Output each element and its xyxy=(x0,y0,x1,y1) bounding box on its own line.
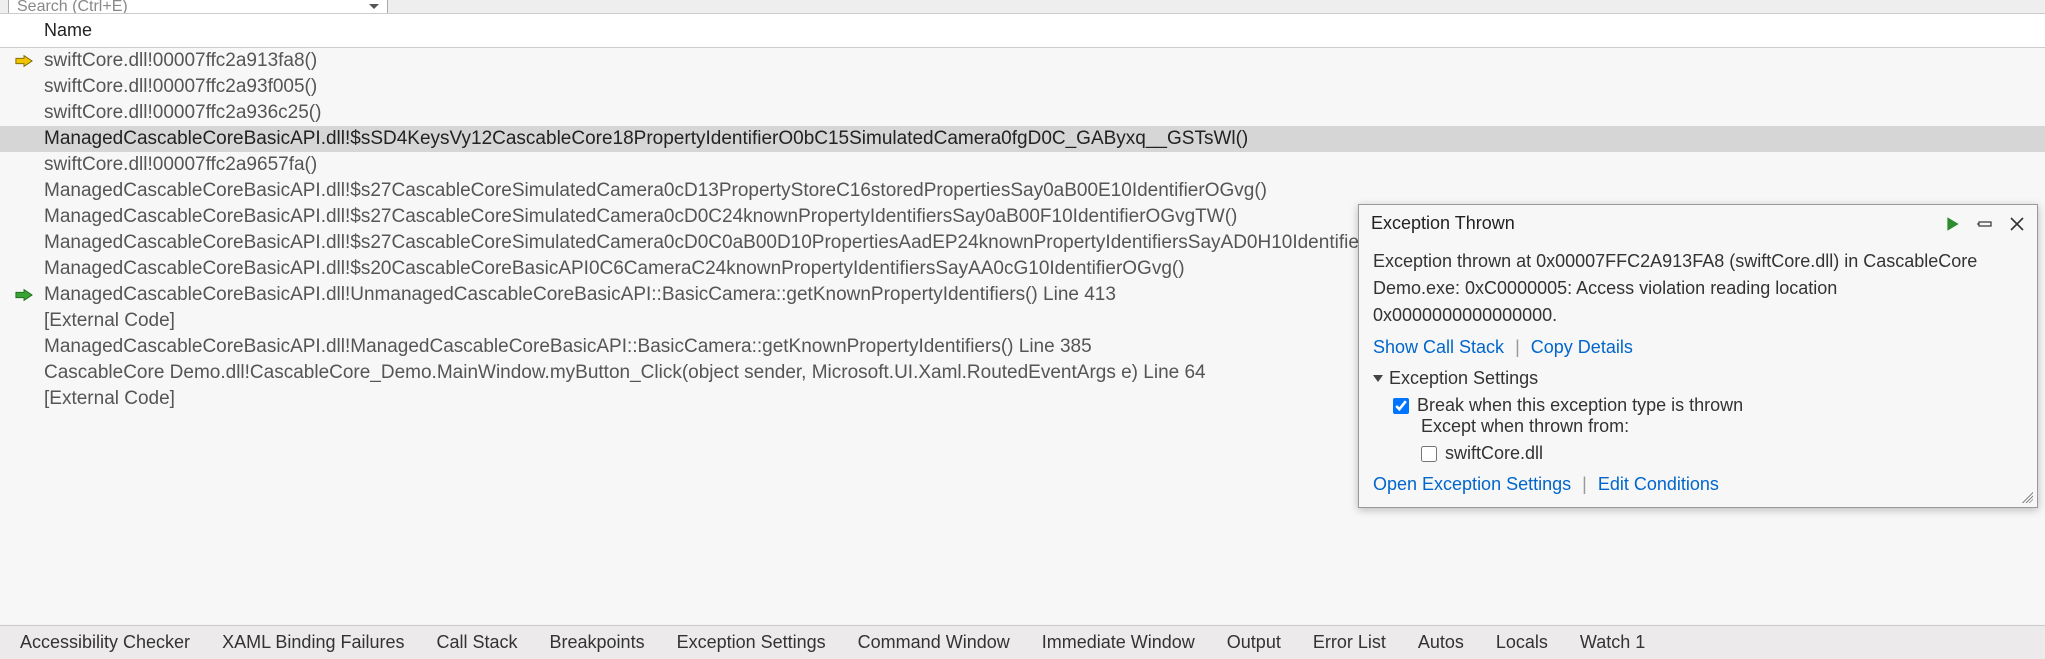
resize-grip[interactable] xyxy=(2019,489,2033,503)
show-callstack-link[interactable]: Show Call Stack xyxy=(1373,337,1504,357)
frame-text: swiftCore.dll!00007ffc2a93f005() xyxy=(44,76,317,98)
copy-details-link[interactable]: Copy Details xyxy=(1531,337,1633,357)
exception-popup: Exception Thrown Exception thrown at 0x0… xyxy=(1358,204,2038,508)
module-checkbox[interactable] xyxy=(1421,446,1437,462)
popup-titlebar: Exception Thrown xyxy=(1359,205,2037,242)
stack-frame[interactable]: swiftCore.dll!00007ffc2a936c25() xyxy=(0,100,2045,126)
popup-message: Exception thrown at 0x00007FFC2A913FA8 (… xyxy=(1359,242,2037,333)
frame-text: swiftCore.dll!00007ffc2a9657fa() xyxy=(44,154,317,176)
tab-accessibility-checker[interactable]: Accessibility Checker xyxy=(4,628,206,657)
break-label: Break when this exception type is thrown xyxy=(1417,395,1743,416)
tab-exception-settings[interactable]: Exception Settings xyxy=(661,628,842,657)
exception-settings-label: Exception Settings xyxy=(1389,368,1538,389)
stack-frame[interactable]: swiftCore.dll!00007ffc2a9657fa() xyxy=(0,152,2045,178)
pin-icon[interactable] xyxy=(1975,214,1995,234)
popup-title-text: Exception Thrown xyxy=(1371,213,1515,234)
tab-breakpoints[interactable]: Breakpoints xyxy=(534,628,661,657)
tab-output[interactable]: Output xyxy=(1211,628,1297,657)
frame-text: ManagedCascableCoreBasicAPI.dll!$s27Casc… xyxy=(44,180,1267,202)
open-exception-settings-link[interactable]: Open Exception Settings xyxy=(1373,474,1571,494)
frame-text: CascableCore Demo.dll!CascableCore_Demo.… xyxy=(44,362,1206,384)
frame-text: ManagedCascableCoreBasicAPI.dll!Unmanage… xyxy=(44,284,1116,306)
exception-settings-toggle[interactable]: Exception Settings xyxy=(1373,368,2023,389)
triangle-down-icon xyxy=(1373,375,1383,382)
close-icon[interactable] xyxy=(2007,214,2027,234)
frame-text: ManagedCascableCoreBasicAPI.dll!ManagedC… xyxy=(44,336,1092,358)
search-placeholder: Search (Ctrl+E) xyxy=(17,0,128,14)
active-frame-arrow-icon xyxy=(14,288,34,302)
frame-text: [External Code] xyxy=(44,388,175,410)
bottom-tabs: Accessibility CheckerXAML Binding Failur… xyxy=(0,625,2045,659)
separator: | xyxy=(1509,337,1526,357)
stack-frame[interactable]: swiftCore.dll!00007ffc2a913fa8() xyxy=(0,48,2045,74)
search-input[interactable]: Search (Ctrl+E) xyxy=(8,0,388,14)
frame-text: [External Code] xyxy=(44,310,175,332)
stack-frame[interactable]: ManagedCascableCoreBasicAPI.dll!$s27Casc… xyxy=(0,178,2045,204)
tab-call-stack[interactable]: Call Stack xyxy=(420,628,533,657)
tab-autos[interactable]: Autos xyxy=(1402,628,1480,657)
tab-locals[interactable]: Locals xyxy=(1480,628,1564,657)
separator: | xyxy=(1576,474,1593,494)
popup-links: Show Call Stack | Copy Details xyxy=(1359,335,2037,360)
tab-error-list[interactable]: Error List xyxy=(1297,628,1402,657)
frame-text: ManagedCascableCoreBasicAPI.dll!$s20Casc… xyxy=(44,258,1185,280)
frame-text: ManagedCascableCoreBasicAPI.dll!$sSD4Key… xyxy=(44,128,1248,150)
frame-text: ManagedCascableCoreBasicAPI.dll!$s27Casc… xyxy=(44,206,1237,228)
continue-icon[interactable] xyxy=(1943,214,1963,234)
module-label: swiftCore.dll xyxy=(1445,443,1543,464)
frame-text: swiftCore.dll!00007ffc2a936c25() xyxy=(44,102,321,124)
except-label: Except when thrown from: xyxy=(1373,416,2023,437)
break-checkbox[interactable] xyxy=(1393,398,1409,414)
tab-xaml-binding-failures[interactable]: XAML Binding Failures xyxy=(206,628,420,657)
frame-text: ManagedCascableCoreBasicAPI.dll!$s27Casc… xyxy=(44,232,1457,254)
current-frame-arrow-icon xyxy=(14,54,34,68)
column-header-name[interactable]: Name xyxy=(0,14,2045,48)
stack-frame[interactable]: ManagedCascableCoreBasicAPI.dll!$sSD4Key… xyxy=(0,126,2045,152)
stack-frame[interactable]: swiftCore.dll!00007ffc2a93f005() xyxy=(0,74,2045,100)
tab-watch-1[interactable]: Watch 1 xyxy=(1564,628,1661,657)
frame-text: swiftCore.dll!00007ffc2a913fa8() xyxy=(44,50,317,72)
chevron-down-icon[interactable] xyxy=(369,4,379,9)
edit-conditions-link[interactable]: Edit Conditions xyxy=(1598,474,1719,494)
tab-immediate-window[interactable]: Immediate Window xyxy=(1026,628,1211,657)
toolbar: Search (Ctrl+E) xyxy=(0,0,2045,14)
exception-settings-section: Exception Settings Break when this excep… xyxy=(1359,360,2037,507)
tab-command-window[interactable]: Command Window xyxy=(842,628,1026,657)
